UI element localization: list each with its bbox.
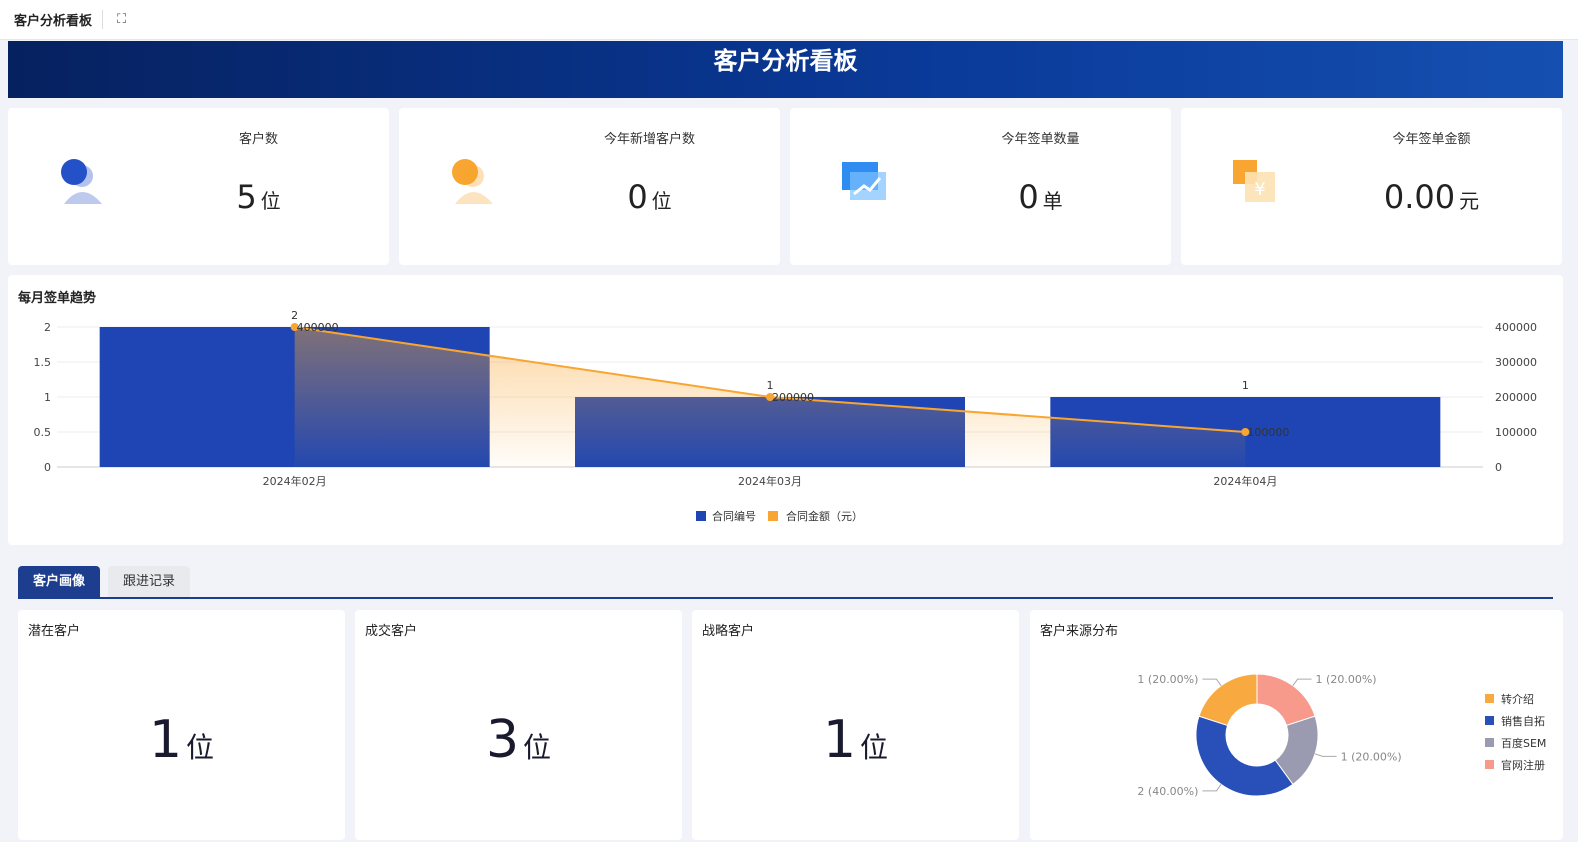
pie-slice xyxy=(1195,715,1294,797)
line-value-label: 200000 xyxy=(772,391,814,404)
kpi-unit: 元 xyxy=(1459,189,1480,213)
legend-swatch xyxy=(1485,716,1494,725)
legend-swatch xyxy=(1485,738,1494,747)
stat-value: 3 xyxy=(485,710,520,770)
legend-label: 转介绍 xyxy=(1501,692,1534,706)
kpi-value: 5 xyxy=(236,178,257,216)
legend-label: 百度SEM xyxy=(1501,736,1546,750)
kpi-label: 客户数 xyxy=(238,132,278,147)
pie-label: 1 (20.00%) xyxy=(1316,673,1377,686)
stat-label: 成交客户 xyxy=(365,624,418,639)
pie-label: 2 (40.00%) xyxy=(1137,785,1198,798)
left-tick-label: 1.5 xyxy=(34,356,52,369)
kpi-value: 0.00 xyxy=(1383,178,1456,216)
pie-label-line xyxy=(1314,753,1337,757)
legend-label: 官网注册 xyxy=(1501,758,1545,772)
kpi-value: 0 xyxy=(1018,178,1039,216)
kpi-card: ¥ 今年签单金额 0.00 元 xyxy=(1181,108,1562,265)
left-tick-label: 0 xyxy=(44,461,51,474)
right-tick-label: 0 xyxy=(1495,461,1502,474)
pie-slice xyxy=(1198,673,1258,727)
line-value-label: 400000 xyxy=(297,321,339,334)
x-tick-label: 2024年03月 xyxy=(738,474,802,488)
kpi-card: 客户数 5位 xyxy=(8,108,389,265)
stat-value: 1 xyxy=(822,710,857,770)
stat-value: 1 xyxy=(148,710,183,770)
stat-card-strategic: 战略客户 1位 xyxy=(692,610,1019,840)
left-tick-label: 1 xyxy=(44,391,51,404)
kpi-unit: 位 xyxy=(260,189,281,213)
pie-label-line xyxy=(1202,784,1222,792)
tab-customer-profile[interactable]: 客户画像 xyxy=(18,566,101,597)
legend-swatch xyxy=(768,511,778,521)
kpi-value: 0 xyxy=(627,178,648,216)
stat-label: 战略客户 xyxy=(702,624,755,639)
legend-swatch xyxy=(1485,694,1494,703)
x-tick-label: 2024年02月 xyxy=(263,474,327,488)
monthly-trend-card: 每月签单趋势 0 0 0.5 100000 1 200000 1.5 300000 2 40000… xyxy=(8,275,1563,545)
left-tick-label: 2 xyxy=(44,321,51,334)
legend-swatch xyxy=(1485,760,1494,769)
legend-swatch xyxy=(696,511,706,521)
kpi-label: 今年新增客户数 xyxy=(603,132,695,147)
x-tick-label: 2024年04月 xyxy=(1213,474,1277,488)
right-tick-label: 100000 xyxy=(1495,426,1537,439)
fullscreen-icon[interactable]: ⛶ xyxy=(117,12,126,27)
pie-label-line xyxy=(1292,678,1312,686)
bar-value-label: 1 xyxy=(1242,379,1249,392)
stat-unit: 位 xyxy=(186,731,215,764)
stat-unit: 位 xyxy=(523,731,552,764)
right-tick-label: 200000 xyxy=(1495,391,1537,404)
page-title: 客户分析看板 xyxy=(14,10,104,29)
stat-label: 潜在客户 xyxy=(28,624,81,639)
kpi-unit: 单 xyxy=(1042,189,1063,213)
line-value-label: 100000 xyxy=(1247,426,1289,439)
pie-slice xyxy=(1256,673,1316,727)
stat-card-deal: 成交客户 3位 xyxy=(355,610,682,840)
banner-title: 客户分析看板 xyxy=(8,41,1563,98)
kpi-label: 今年签单金额 xyxy=(1392,132,1471,147)
right-tick-label: 400000 xyxy=(1495,321,1537,334)
trend-chart: 0 00.5 1000001 2000001.5 3000002 40000022024年… xyxy=(34,309,1538,523)
source-distribution-card: 客户来源分布 1 (20.00%) 1 (20.00%) 2 (40.00%) 1 (… xyxy=(1030,610,1563,840)
legend-label: 合同金额（元） xyxy=(786,509,863,523)
stat-card-potential: 潜在客户 1位 xyxy=(18,610,345,840)
left-tick-label: 0.5 xyxy=(34,426,52,439)
legend-label: 销售自拓 xyxy=(1501,714,1545,728)
legend-label: 合同编号 xyxy=(712,509,756,523)
tab-follow-up[interactable]: 跟进记录 xyxy=(108,566,191,597)
pie-chart: 1 (20.00%) 1 (20.00%) 2 (40.00%) 1 (20.00%)… xyxy=(1137,673,1546,798)
kpi-card: 今年签单数量 0单 xyxy=(790,108,1171,265)
tab-bar: 客户画像 跟进记录 xyxy=(18,566,1553,599)
pie-label-line xyxy=(1202,678,1222,686)
top-bar: 客户分析看板 ⛶ xyxy=(0,0,1578,40)
pie-label: 1 (20.00%) xyxy=(1341,750,1402,763)
kpi-card: 今年新增客户数 0位 xyxy=(399,108,780,265)
kpi-label: 今年签单数量 xyxy=(1001,132,1080,147)
right-tick-label: 300000 xyxy=(1495,356,1537,369)
pie-label: 1 (20.00%) xyxy=(1137,673,1198,686)
stat-unit: 位 xyxy=(860,731,889,764)
kpi-unit: 位 xyxy=(651,189,672,213)
